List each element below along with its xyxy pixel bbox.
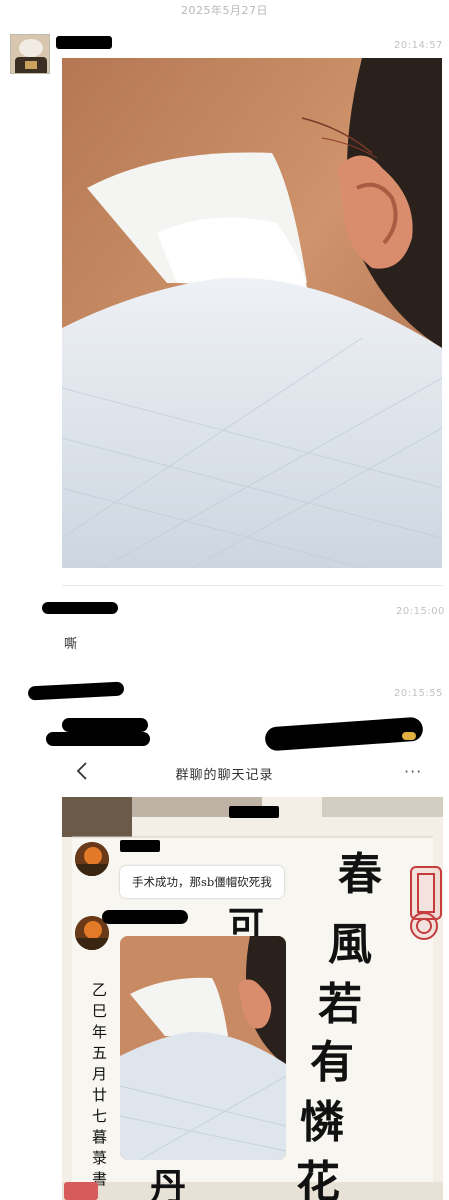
message-time: 20:14:57 bbox=[394, 40, 443, 51]
redacted-sender-name bbox=[42, 602, 118, 614]
message-time: 20:15:55 bbox=[394, 688, 443, 699]
redacted-sender-name bbox=[120, 840, 160, 852]
redacted-content bbox=[264, 716, 424, 752]
calligraphy-char: 憐 bbox=[300, 1097, 344, 1148]
ellipsis-icon[interactable]: ··· bbox=[404, 762, 422, 781]
red-seal bbox=[64, 1182, 98, 1200]
redacted-sender-name bbox=[27, 681, 125, 701]
calligraphy-char: 若 bbox=[318, 979, 362, 1030]
calligraphy-char: 春 bbox=[338, 849, 382, 900]
gold-emoji-icon bbox=[402, 732, 416, 740]
calligraphy-char: 有 bbox=[310, 1037, 354, 1088]
seal-mark bbox=[416, 918, 432, 934]
seal-mark bbox=[417, 873, 435, 913]
message-text: 嘶 bbox=[64, 637, 78, 652]
message-time: 20:15:00 bbox=[396, 606, 445, 617]
redacted-label bbox=[229, 806, 279, 818]
calligraphy-inscription: 乙巳年五月廿七 暮 菉 書 bbox=[92, 981, 108, 1188]
calligraphy-char: 風 bbox=[328, 919, 372, 970]
message-photo[interactable] bbox=[120, 936, 286, 1160]
calligraphy-char: 花 bbox=[296, 1157, 340, 1200]
avatar-sunset-image bbox=[75, 842, 109, 876]
redacted-content bbox=[62, 718, 148, 732]
message-bubble[interactable]: 手术成功，那sb僵帽砍死我 bbox=[120, 866, 284, 898]
photo-neck-dressing bbox=[120, 936, 286, 1160]
redacted-sender-name bbox=[56, 36, 112, 49]
message-photo[interactable] bbox=[62, 58, 442, 568]
photo-neck-dressing bbox=[62, 58, 442, 568]
date-header: 2025年5月27日 bbox=[181, 4, 268, 17]
red-seal bbox=[410, 912, 438, 940]
calligraphy-char: 丹 bbox=[150, 1166, 187, 1200]
redacted-sender-name bbox=[102, 910, 188, 924]
record-title: 群聊的聊天记录 bbox=[175, 768, 274, 783]
avatar[interactable] bbox=[10, 34, 50, 74]
avatar[interactable] bbox=[75, 842, 109, 876]
redacted-content bbox=[46, 732, 150, 746]
message-divider bbox=[62, 585, 443, 586]
